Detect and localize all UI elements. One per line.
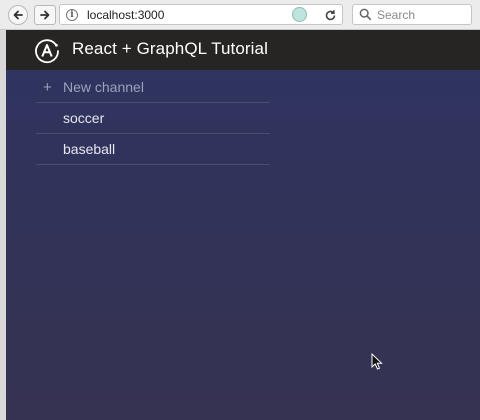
back-button[interactable] <box>8 5 28 25</box>
browser-toolbar: i localhost:3000 <box>0 0 480 30</box>
address-bar[interactable]: i localhost:3000 <box>59 4 343 25</box>
search-box[interactable] <box>352 4 472 25</box>
channel-label: soccer <box>63 110 105 126</box>
apollo-logo-icon <box>35 39 59 64</box>
channel-item-baseball[interactable]: baseball <box>36 134 270 165</box>
new-channel-placeholder: New channel <box>63 79 144 95</box>
reload-icon <box>325 9 335 20</box>
channel-label: baseball <box>63 141 116 157</box>
search-input[interactable] <box>377 6 469 23</box>
url-text[interactable]: localhost:3000 <box>87 8 164 22</box>
app-title: React + GraphQL Tutorial <box>72 39 268 58</box>
extension-icon[interactable] <box>292 7 307 22</box>
main-area: + New channel soccer baseball <box>6 70 480 420</box>
reload-button[interactable] <box>322 7 338 23</box>
forward-button[interactable] <box>34 5 56 25</box>
channel-item-soccer[interactable]: soccer <box>36 103 270 134</box>
plus-icon: + <box>43 78 52 96</box>
mouse-cursor-icon <box>371 353 383 370</box>
arrow-left-icon <box>13 10 23 20</box>
info-icon[interactable]: i <box>66 9 78 21</box>
new-channel-input[interactable]: + New channel <box>36 72 270 103</box>
arrow-right-icon <box>40 10 50 20</box>
channel-list: + New channel soccer baseball <box>36 72 270 165</box>
app-header: React + GraphQL Tutorial <box>6 30 480 70</box>
search-icon <box>359 8 372 21</box>
